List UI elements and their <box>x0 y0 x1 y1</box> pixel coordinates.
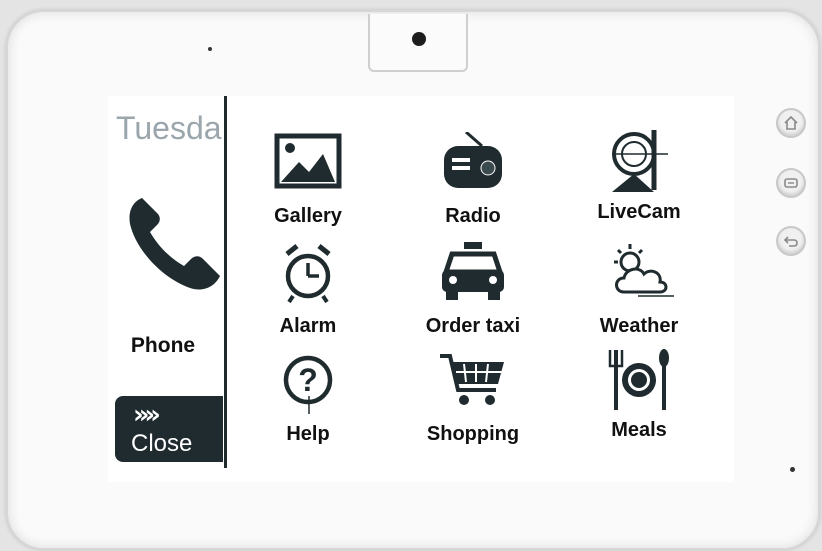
app-help[interactable]: ? Help <box>238 350 378 458</box>
meals-icon <box>604 346 674 416</box>
close-label: Close <box>131 430 193 457</box>
left-panel: Tuesda Phone ›››› Close <box>108 96 227 468</box>
app-label: Meals <box>611 419 667 441</box>
app-label: Help <box>286 423 330 445</box>
app-label: Radio <box>445 205 501 227</box>
app-label: LiveCam <box>597 201 681 223</box>
phone-icon <box>129 198 220 290</box>
app-order-taxi[interactable]: Order taxi <box>403 242 543 350</box>
back-icon <box>783 236 798 247</box>
day-label: Tuesda <box>116 110 222 146</box>
app-label: Weather <box>599 315 679 337</box>
screen: Tuesda Phone ›››› Close Gallery Radio Li… <box>108 96 734 482</box>
sensor-dot <box>208 47 212 51</box>
sensor-dot <box>790 467 795 472</box>
app-label: Gallery <box>274 205 342 227</box>
app-radio[interactable]: Radio <box>403 130 543 240</box>
app-label: Alarm <box>279 315 337 337</box>
app-label: Shopping <box>426 423 520 445</box>
app-meals[interactable]: Meals <box>569 346 709 454</box>
app-gallery[interactable]: Gallery <box>238 132 378 240</box>
close-button[interactable]: ›››› Close <box>115 396 223 462</box>
weather-icon <box>604 242 674 312</box>
hardware-back-button[interactable] <box>776 226 806 256</box>
menu-icon <box>784 178 798 188</box>
svg-text:?: ? <box>298 362 318 398</box>
alarm-clock-icon <box>273 242 343 312</box>
camera-lens-icon <box>412 32 426 46</box>
help-icon: ? <box>273 350 343 420</box>
app-label: Order taxi <box>425 315 521 337</box>
image-icon <box>273 132 343 202</box>
webcam-icon <box>604 128 674 198</box>
hardware-menu-button[interactable] <box>776 168 806 198</box>
app-livecam[interactable]: LiveCam <box>569 128 709 236</box>
camera-module <box>368 14 468 72</box>
home-icon <box>784 115 798 130</box>
app-weather[interactable]: Weather <box>569 242 709 350</box>
phone-label[interactable]: Phone <box>108 334 218 358</box>
phone-button[interactable] <box>124 192 224 296</box>
app-alarm[interactable]: Alarm <box>238 242 378 350</box>
hardware-home-button[interactable] <box>776 108 806 138</box>
app-shopping[interactable]: Shopping <box>403 350 543 458</box>
chevrons-right-icon: ›››› <box>133 400 161 430</box>
shopping-cart-icon <box>438 350 508 420</box>
taxi-icon <box>438 242 508 312</box>
radio-icon <box>438 130 508 202</box>
